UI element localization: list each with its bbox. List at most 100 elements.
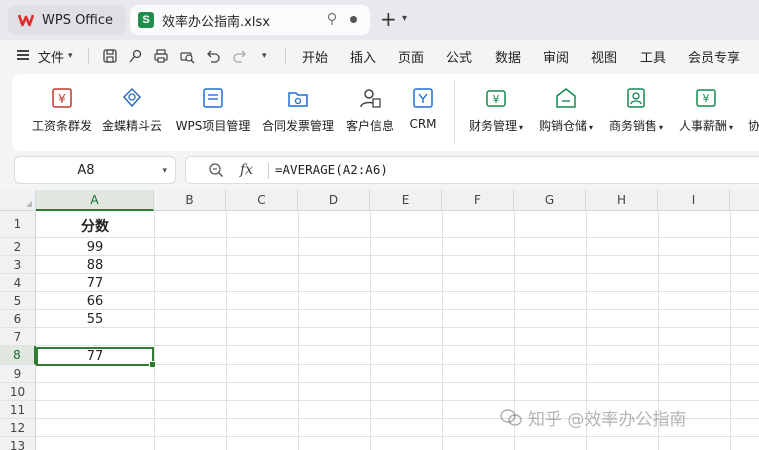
tab-list-chevron-icon[interactable]: ▾ <box>402 13 407 24</box>
menu-member[interactable]: 会员专享 <box>688 47 740 66</box>
print-preview-icon[interactable] <box>179 48 195 64</box>
cell-a3[interactable]: 88 <box>37 258 153 273</box>
row-header-8[interactable]: 8 <box>0 346 36 365</box>
cell-a1[interactable]: 分数 <box>37 216 153 236</box>
column-header-j[interactable] <box>730 190 759 211</box>
hamburger-menu-icon[interactable] <box>17 50 29 60</box>
menu-insert[interactable]: 插入 <box>350 47 376 66</box>
tab-home-label: WPS Office <box>42 12 114 28</box>
undo-icon[interactable] <box>205 48 221 64</box>
svg-text:¥: ¥ <box>703 92 710 105</box>
cell-a2[interactable]: 99 <box>37 240 153 255</box>
column-header-c[interactable]: C <box>226 190 298 211</box>
menu-formula[interactable]: 公式 <box>446 47 472 66</box>
ribbon-contract-button[interactable]: 合同发票管理 <box>260 74 336 151</box>
menu-divider <box>285 48 286 64</box>
customer-icon <box>358 86 382 110</box>
cell-a5[interactable]: 66 <box>37 294 153 309</box>
crm-icon <box>411 86 435 110</box>
row-header-6[interactable]: 6 <box>0 310 36 328</box>
menu-page[interactable]: 页面 <box>398 47 424 66</box>
finance-chevron-icon: ▾ <box>519 123 524 132</box>
menu-view[interactable]: 视图 <box>591 47 617 66</box>
row-header-3[interactable]: 3 <box>0 256 36 274</box>
ribbon-finance-button[interactable]: ¥ 财务管理 ▾ <box>464 74 528 151</box>
row-header-9[interactable]: 9 <box>0 365 36 383</box>
menu-tools[interactable]: 工具 <box>640 47 666 66</box>
ribbon-more-button[interactable]: 协 <box>744 74 759 151</box>
row-header-4[interactable]: 4 <box>0 274 36 292</box>
ribbon-kingdee-button[interactable]: 金蝶精斗云 <box>100 74 164 151</box>
zoom-icon[interactable] <box>208 162 224 182</box>
grid-line <box>36 382 759 383</box>
ribbon-hr-button[interactable]: ¥ 人事薪酬 ▾ <box>674 74 738 151</box>
column-header-i[interactable]: I <box>658 190 730 211</box>
row-header-10[interactable]: 10 <box>0 383 36 401</box>
row-header-2[interactable]: 2 <box>0 238 36 256</box>
menu-bar: 文件 ▾ ▾ 开始 插入 页面 公式 数据 审阅 视图 工具 会员专享 <box>0 40 759 72</box>
warehouse-icon <box>554 86 578 110</box>
column-header-d[interactable]: D <box>298 190 370 211</box>
name-box[interactable]: A8 ▾ <box>14 156 176 184</box>
active-cell-selection[interactable] <box>36 347 156 368</box>
row-header-7[interactable]: 7 <box>0 328 36 346</box>
sales-chevron-icon: ▾ <box>659 123 664 132</box>
grid-line <box>730 211 731 450</box>
name-box-chevron-icon[interactable]: ▾ <box>162 166 167 176</box>
contract-icon <box>286 86 310 110</box>
new-tab-plus-icon[interactable]: + <box>380 9 397 29</box>
pin-icon[interactable] <box>326 12 338 30</box>
column-header-g[interactable]: G <box>514 190 586 211</box>
quick-access-chevron-icon[interactable]: ▾ <box>262 51 267 61</box>
finance-icon: ¥ <box>484 86 508 110</box>
menu-data[interactable]: 数据 <box>495 47 521 66</box>
unsaved-dot-icon[interactable] <box>350 16 357 23</box>
file-menu-chevron-icon[interactable]: ▾ <box>68 51 73 61</box>
print-icon[interactable] <box>153 48 169 64</box>
ribbon-divider <box>454 80 455 144</box>
file-menu[interactable]: 文件 <box>38 47 64 66</box>
grid-line <box>226 211 227 450</box>
row-header-12[interactable]: 12 <box>0 419 36 437</box>
column-header-b[interactable]: B <box>154 190 226 211</box>
cloud-icon <box>120 86 144 110</box>
save-icon[interactable] <box>102 48 118 64</box>
column-header-h[interactable]: H <box>586 190 658 211</box>
formula-bar[interactable]: fx =AVERAGE(A2:A6) <box>185 156 759 184</box>
column-header-e[interactable]: E <box>370 190 442 211</box>
cell-a6[interactable]: 55 <box>37 312 153 327</box>
menu-home[interactable]: 开始 <box>302 47 328 66</box>
column-header-a[interactable]: A <box>36 190 154 211</box>
tab-file[interactable]: S 效率办公指南.xlsx <box>130 5 370 35</box>
formula-input[interactable]: =AVERAGE(A2:A6) <box>275 162 388 177</box>
wechat-icon <box>500 408 522 427</box>
ribbon-payslip-button[interactable]: ¥ 工资条群发 <box>30 74 94 151</box>
tab-wps-home[interactable]: WPS Office <box>8 5 126 35</box>
tab-file-label: 效率办公指南.xlsx <box>162 14 270 30</box>
grid-line <box>36 255 759 256</box>
grid-line <box>298 211 299 450</box>
ribbon-warehouse-button[interactable]: 购销仓储 ▾ <box>534 74 598 151</box>
grid-line <box>370 211 371 450</box>
warehouse-chevron-icon: ▾ <box>589 123 594 132</box>
ribbon-project-button[interactable]: WPS项目管理 <box>174 74 252 151</box>
ribbon-sales-button[interactable]: 商务销售 ▾ <box>604 74 668 151</box>
redo-icon[interactable] <box>232 48 248 64</box>
cell-a4[interactable]: 77 <box>37 276 153 291</box>
spreadsheet-icon: S <box>138 12 154 28</box>
watermark: 知乎 @效率办公指南 <box>500 405 686 430</box>
fx-icon[interactable]: fx <box>240 162 253 178</box>
grid-line <box>36 291 759 292</box>
row-header-5[interactable]: 5 <box>0 292 36 310</box>
ribbon-customer-button[interactable]: 客户信息 <box>342 74 398 151</box>
menu-review[interactable]: 审阅 <box>543 47 569 66</box>
select-all-corner[interactable] <box>0 190 36 211</box>
ribbon-crm-button[interactable]: CRM <box>404 74 442 151</box>
grid-line <box>36 400 759 401</box>
row-header-1[interactable]: 1 <box>0 211 36 238</box>
row-header-11[interactable]: 11 <box>0 401 36 419</box>
watermark-text: 知乎 @效率办公指南 <box>528 410 687 430</box>
format-painter-icon[interactable] <box>127 48 143 64</box>
row-header-13[interactable]: 13 <box>0 437 36 450</box>
column-header-f[interactable]: F <box>442 190 514 211</box>
